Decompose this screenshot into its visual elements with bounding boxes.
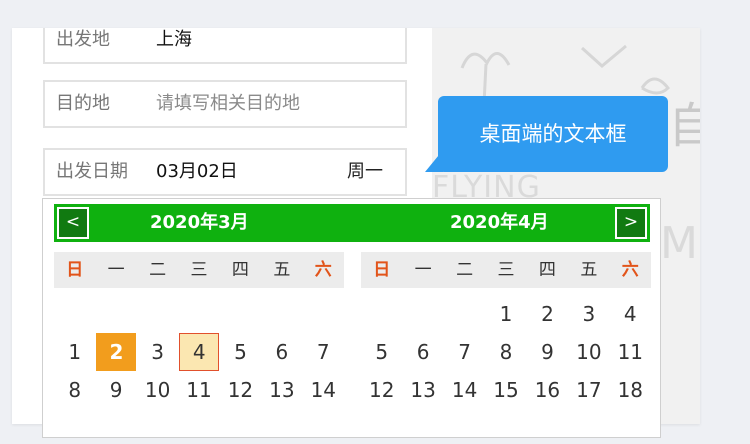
calendar-day[interactable]: 12 <box>361 371 402 409</box>
calendar-day[interactable]: 8 <box>54 371 95 409</box>
destination-placeholder: 请填写相关目的地 <box>156 93 300 114</box>
date-field[interactable]: 出发日期 03月02日 周一 <box>43 148 407 196</box>
calendar-day[interactable]: 8 <box>485 333 526 371</box>
calendar-day[interactable]: 16 <box>527 371 568 409</box>
highlighted-day[interactable]: 4 <box>179 333 220 371</box>
departure-value: 上海 <box>156 29 192 50</box>
calendar-day[interactable]: 12 <box>220 371 261 409</box>
calendar-day[interactable]: 1 <box>54 333 95 371</box>
calendar-day[interactable]: 18 <box>610 371 651 409</box>
next-month-button[interactable]: > <box>615 207 647 239</box>
calendar-day[interactable]: 6 <box>402 333 443 371</box>
destination-label: 目的地 <box>56 93 110 114</box>
calendar-day[interactable]: 9 <box>95 371 136 409</box>
weekday-label: 二 <box>149 260 167 280</box>
month-title-april: 2020年4月 <box>450 212 549 233</box>
weekday-row-march: 日一二三四五六 <box>54 252 344 288</box>
departure-field[interactable]: 出发地 上海 <box>43 28 407 64</box>
calendar-day[interactable]: 11 <box>610 333 651 371</box>
weekday-label: 五 <box>580 260 598 280</box>
date-label: 出发日期 <box>56 161 128 182</box>
calendar-day[interactable]: 7 <box>444 333 485 371</box>
calendar-day[interactable]: 10 <box>568 333 609 371</box>
departure-label: 出发地 <box>56 29 110 50</box>
calendar-day[interactable]: 1 <box>485 295 526 333</box>
weekday-label: 五 <box>273 260 291 280</box>
weekday-label: 四 <box>231 260 249 280</box>
calendar-day[interactable]: 14 <box>444 371 485 409</box>
calendar-day[interactable]: 9 <box>527 333 568 371</box>
calendar-day[interactable]: 7 <box>303 333 344 371</box>
calendar-day[interactable]: 3 <box>137 333 178 371</box>
weekday-label: 一 <box>414 260 432 280</box>
date-value: 03月02日 <box>156 161 238 182</box>
calendar-day[interactable]: 13 <box>402 371 443 409</box>
weekday-label: 六 <box>621 260 639 280</box>
calendar-day[interactable]: 2 <box>527 295 568 333</box>
calendar-day[interactable]: 6 <box>261 333 302 371</box>
prev-month-button[interactable]: < <box>57 207 89 239</box>
weekday-label: 日 <box>66 260 84 280</box>
calendar-header: < 2020年3月 2020年4月 > <box>54 204 650 242</box>
calendar-day[interactable]: 15 <box>485 371 526 409</box>
weekday-label: 三 <box>497 260 515 280</box>
calendar-day[interactable]: 5 <box>361 333 402 371</box>
weekday-label: 三 <box>190 260 208 280</box>
date-picker: < 2020年3月 2020年4月 > 日一二三四五六 日一二三四五六 1234… <box>42 198 661 438</box>
tooltip: 桌面端的文本框 <box>438 96 668 172</box>
weekday-row-april: 日一二三四五六 <box>361 252 651 288</box>
date-weekday: 周一 <box>347 161 383 182</box>
month-title-march: 2020年3月 <box>150 212 249 233</box>
background-text-zi: 自 <box>668 98 700 154</box>
destination-field[interactable]: 目的地 请填写相关目的地 <box>43 80 407 128</box>
calendar-day[interactable]: 17 <box>568 371 609 409</box>
weekday-label: 六 <box>314 260 332 280</box>
calendar-day[interactable]: 11 <box>178 371 219 409</box>
calendar-day[interactable]: 3 <box>568 295 609 333</box>
calendar-day[interactable]: 13 <box>261 371 302 409</box>
calendar-day[interactable]: 14 <box>303 371 344 409</box>
background-text-m: M <box>660 218 698 269</box>
calendar-day[interactable]: 10 <box>137 371 178 409</box>
selected-day[interactable]: 2 <box>96 333 137 371</box>
weekday-label: 四 <box>538 260 556 280</box>
calendar-day[interactable]: 5 <box>220 333 261 371</box>
weekday-label: 二 <box>456 260 474 280</box>
calendar-day[interactable]: 4 <box>610 295 651 333</box>
weekday-label: 一 <box>107 260 125 280</box>
weekday-label: 日 <box>373 260 391 280</box>
